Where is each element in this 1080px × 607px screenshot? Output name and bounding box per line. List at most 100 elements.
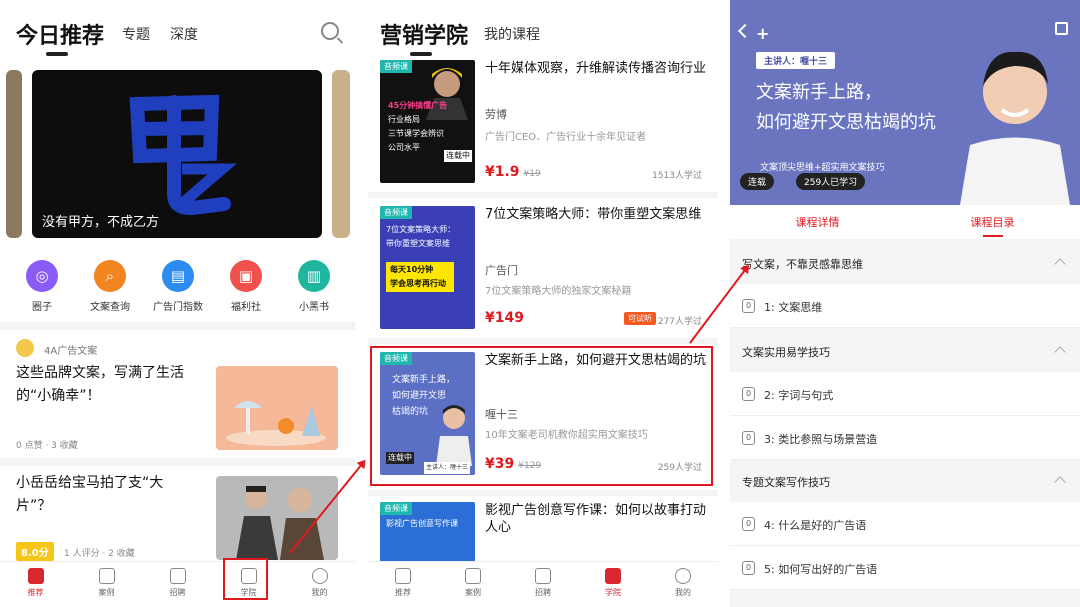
home-screen: 今日推荐 专题 深度 没有甲方，不成乙方 ◎ 圈子 ⌕ 文案查询 ▤ 广告门指数… — [0, 0, 355, 607]
course-thumbnail: 音频课 影视广告创意写作课 — [380, 502, 475, 562]
chapter-header[interactable]: 写文案，不靠灵感靠思维 — [730, 242, 1080, 284]
banner-next-peek[interactable] — [332, 70, 350, 238]
tab-course-catalog[interactable]: 课程目录 — [905, 205, 1080, 239]
highlight-box-academy-tab — [223, 558, 268, 600]
entry-ad-index[interactable]: ▤ 广告门指数 — [144, 260, 212, 316]
course-item-4[interactable]: 音频课 影视广告创意写作课 影视广告创意写作课：如何以故事打动人心 — [368, 502, 718, 562]
lesson-title: 5: 如何写出好的广告语 — [764, 563, 878, 576]
course-price: ¥1.9 ¥19 — [485, 164, 541, 180]
user-icon — [675, 568, 691, 584]
divider — [368, 338, 718, 344]
hero-title-2: 如何避开文思枯竭的坑 — [756, 112, 936, 133]
course-thumbnail: 音频课 7位文案策略大师： 带你重塑文案思维 每天10分钟 学会思考再行动 — [380, 206, 475, 329]
lesson-title: 2: 字词与句式 — [764, 389, 834, 402]
tab-recommend[interactable]: 推荐 — [368, 562, 438, 607]
tab-jobs[interactable]: 招聘 — [142, 562, 213, 607]
home-header: 今日推荐 专题 深度 — [0, 0, 355, 56]
quick-entry-grid: ◎ 圈子 ⌕ 文案查询 ▤ 广告门指数 ▣ 福利社 ▥ 小黑书 — [8, 260, 348, 316]
entry-blackbook[interactable]: ▥ 小黑书 — [280, 260, 348, 316]
back-icon[interactable] — [737, 23, 753, 39]
banner-caption: 没有甲方，不成乙方 — [42, 215, 160, 230]
page-title[interactable]: 营销学院 — [380, 18, 468, 56]
course-detail-screen: + 主讲人：喱十三 文案新手上路， 如何避开文思枯竭的坑 文案顶尖思维+超实用文… — [730, 0, 1080, 607]
lesson-title: 3: 类比参照与场景营造 — [764, 433, 878, 446]
audio-tag: 音频课 — [380, 502, 412, 515]
tab-course-detail[interactable]: 课程详情 — [730, 205, 905, 239]
course-hero-banner: + 主讲人：喱十三 文案新手上路， 如何避开文思枯竭的坑 文案顶尖思维+超实用文… — [730, 0, 1080, 205]
lesson-item[interactable]: 0 3: 类比参照与场景营造 — [730, 416, 1080, 460]
tab-topics[interactable]: 专题 — [122, 24, 150, 44]
book-icon: ▥ — [298, 260, 330, 292]
tab-academy[interactable]: 学院 — [578, 562, 648, 607]
entry-copy-search[interactable]: ⌕ 文案查询 — [76, 260, 144, 316]
course-title: 影视广告创意写作课：如何以故事打动人心 — [485, 503, 707, 535]
highlight-box-course-3 — [370, 346, 713, 486]
recommend-icon — [27, 568, 44, 584]
banner-prev-peek[interactable] — [6, 70, 22, 238]
entry-label: 文案查询 — [90, 302, 130, 313]
plus-icon[interactable]: + — [756, 24, 769, 43]
article-title: 这些品牌文案，写满了生活的“小确幸”！ — [16, 365, 184, 404]
bottom-tab-bar: 推荐 案例 招聘 学院 我的 — [368, 561, 718, 607]
page-title[interactable]: 今日推荐 — [16, 18, 104, 56]
course-title: 7位文案策略大师：带你重塑文案思维 — [485, 207, 702, 222]
gift-icon: ▣ — [230, 260, 262, 292]
article-card-2[interactable]: 小岳岳给宝马拍了支“大片”？ 8.0分 1 人评分 · 2 收藏 — [0, 470, 355, 561]
banner-carousel[interactable]: 没有甲方，不成乙方 — [32, 70, 322, 238]
chevron-up-icon — [1054, 346, 1066, 358]
lesson-status-icon: 0 — [742, 387, 755, 401]
detail-tabs: 课程详情 课程目录 — [730, 205, 1080, 239]
hero-title-1: 文案新手上路， — [756, 82, 882, 103]
audio-tag: 音频课 — [380, 60, 412, 73]
course-desc: 广告门CEO、广告行业十余年见证者 — [485, 132, 647, 143]
course-thumbnail: 音频课 45分钟搞懂广告 行业格局 三节课学会辨识 公司水平 连载中 — [380, 60, 475, 183]
lesson-title: 1: 文案思维 — [764, 301, 823, 314]
article-card-1[interactable]: 4A广告文案 这些品牌文案，写满了生活的“小确幸”！ 0 点赞 · 3 收藏 — [0, 336, 355, 456]
tab-mine[interactable]: 我的 — [284, 562, 355, 607]
star-icon — [98, 568, 115, 584]
course-item-2[interactable]: 音频课 7位文案策略大师： 带你重塑文案思维 每天10分钟 学会思考再行动 7位… — [368, 206, 718, 341]
lesson-item[interactable]: 0 1: 文案思维 — [730, 284, 1080, 328]
audio-tag: 音频课 — [380, 206, 412, 219]
divider — [0, 458, 355, 466]
lesson-item[interactable]: 0 5: 如何写出好的广告语 — [730, 546, 1080, 590]
tab-mine[interactable]: 我的 — [648, 562, 718, 607]
entry-label: 福利社 — [231, 302, 261, 313]
entry-circle[interactable]: ◎ 圈子 — [8, 260, 76, 316]
lesson-status-icon: 0 — [742, 299, 755, 313]
user-icon — [311, 568, 328, 584]
tab-cases[interactable]: 案例 — [438, 562, 508, 607]
course-author: 广告门 — [485, 264, 518, 277]
tab-cases[interactable]: 案例 — [71, 562, 142, 607]
course-price: ¥149 — [485, 310, 524, 326]
tab-my-courses[interactable]: 我的课程 — [484, 24, 540, 44]
article-source: 4A广告文案 — [44, 346, 98, 357]
resume-icon — [169, 568, 186, 584]
chapter-header[interactable]: 专题文案写作技巧 — [730, 460, 1080, 502]
entry-label: 广告门指数 — [153, 302, 203, 313]
article-meta: 0 点赞 · 3 收藏 — [16, 441, 78, 451]
hero-subtitle: 文案顶尖思维+超实用文案技巧 — [760, 163, 885, 173]
chapter-header[interactable]: 文案实用易学技巧 — [730, 330, 1080, 372]
rating-badge: 8.0分 — [16, 542, 54, 561]
trial-badge: 可试听 — [624, 312, 656, 325]
speaker-photo — [960, 51, 1070, 205]
article-title: 小岳岳给宝马拍了支“大片”？ — [16, 475, 164, 514]
academy-header: 营销学院 我的课程 — [368, 0, 718, 56]
resume-icon — [535, 568, 551, 584]
speaker-label: 主讲人：喱十三 — [756, 52, 836, 69]
learner-count: 277人学过 — [657, 317, 702, 327]
divider — [368, 192, 718, 198]
chevron-up-icon — [1054, 476, 1066, 488]
entry-welfare[interactable]: ▣ 福利社 — [212, 260, 280, 316]
search-icon[interactable] — [321, 22, 339, 40]
tab-recommend[interactable]: 推荐 — [0, 562, 71, 607]
lesson-item[interactable]: 0 4: 什么是好的广告语 — [730, 502, 1080, 546]
learners-badge: 259人已学习 — [796, 173, 866, 190]
bottom-tab-bar: 推荐 案例 招聘 学院 我的 — [0, 561, 355, 607]
tab-jobs[interactable]: 招聘 — [508, 562, 578, 607]
course-item-1[interactable]: 音频课 45分钟搞懂广告 行业格局 三节课学会辨识 公司水平 连载中 十年媒体观… — [368, 60, 718, 195]
lesson-item[interactable]: 0 2: 字词与句式 — [730, 372, 1080, 416]
divider — [368, 490, 718, 496]
tab-depth[interactable]: 深度 — [170, 24, 198, 44]
